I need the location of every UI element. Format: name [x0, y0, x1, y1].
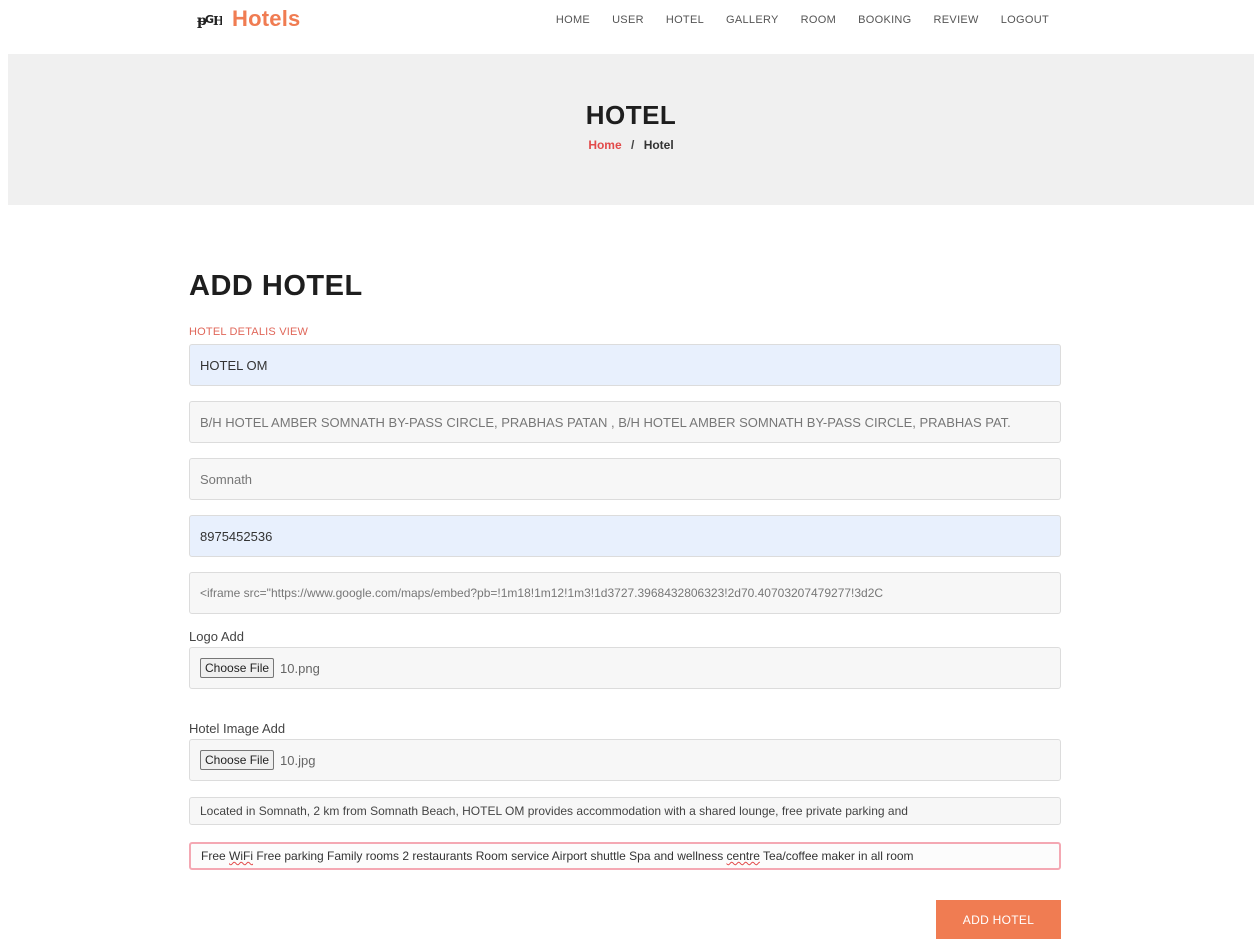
nav-item-user[interactable]: USER — [612, 14, 644, 26]
form-title: ADD HOTEL — [189, 270, 363, 302]
facilities-text-1: Free — [201, 849, 230, 863]
monogram-logo-icon: ᵽ G H — [196, 6, 222, 32]
form-subtitle: HOTEL DETALIS VIEW — [189, 326, 309, 338]
page-title: HOTEL — [585, 100, 677, 130]
facilities-input[interactable]: Free WiFi Free parking Family rooms 2 re… — [189, 842, 1061, 870]
breadcrumb-current: Hotel — [643, 138, 674, 152]
brand-name: Hotels — [232, 6, 301, 31]
hotel-name-input[interactable]: HOTEL OM — [189, 344, 1061, 386]
nav-item-review[interactable]: REVIEW — [934, 14, 979, 26]
hotel-image-file-input[interactable]: Choose File 10.jpg — [189, 739, 1061, 781]
navbar: ᵽ G H Hotels HOME USER HOTEL GALLERY ROO… — [0, 0, 1254, 54]
address-input[interactable]: B/H HOTEL AMBER SOMNATH BY-PASS CIRCLE, … — [189, 401, 1061, 443]
nav-item-home[interactable]: HOME — [556, 14, 590, 26]
breadcrumb-separator: / — [631, 138, 635, 152]
logo-label: Logo Add — [189, 629, 244, 644]
logo-file-input[interactable]: Choose File 10.png — [189, 647, 1061, 689]
brand[interactable]: ᵽ G H Hotels — [196, 6, 300, 32]
facilities-spellcheck-wifi: WiFi — [229, 849, 254, 863]
hotel-image-label: Hotel Image Add — [189, 721, 286, 736]
page-header-banner: HOTEL Home / Hotel — [8, 54, 1254, 205]
svg-text:H: H — [213, 14, 222, 28]
phone-input[interactable]: 8975452536 — [189, 515, 1061, 557]
facilities-text-3: Tea/coffee maker in all room — [759, 849, 914, 863]
description-input[interactable]: Located in Somnath, 2 km from Somnath Be… — [189, 797, 1061, 825]
add-hotel-button[interactable]: ADD HOTEL — [936, 900, 1061, 939]
hotel-image-file-name: 10.jpg — [280, 752, 316, 768]
facilities-spellcheck-centre: centre — [726, 849, 760, 863]
nav-menu: HOME USER HOTEL GALLERY ROOM BOOKING REV… — [534, 14, 1049, 26]
city-input[interactable]: Somnath — [189, 458, 1061, 500]
nav-item-gallery[interactable]: GALLERY — [726, 14, 779, 26]
nav-item-booking[interactable]: BOOKING — [858, 14, 911, 26]
nav-item-hotel[interactable]: HOTEL — [666, 14, 704, 26]
map-embed-input[interactable]: <iframe src="https://www.google.com/maps… — [189, 572, 1061, 614]
add-hotel-form-header: ADD HOTEL HOTEL DETALIS VIEW — [189, 270, 1061, 338]
nav-item-logout[interactable]: LOGOUT — [1001, 14, 1049, 26]
logo-choose-file-button[interactable]: Choose File — [200, 658, 275, 678]
logo-file-name: 10.png — [280, 660, 320, 676]
breadcrumb-home-link[interactable]: Home — [588, 138, 621, 152]
nav-item-room[interactable]: ROOM — [801, 14, 836, 26]
hotel-image-choose-file-button[interactable]: Choose File — [200, 750, 275, 770]
breadcrumb: Home / Hotel — [8, 138, 1254, 152]
facilities-text-2: Free parking Family rooms 2 restaurants … — [253, 849, 727, 863]
